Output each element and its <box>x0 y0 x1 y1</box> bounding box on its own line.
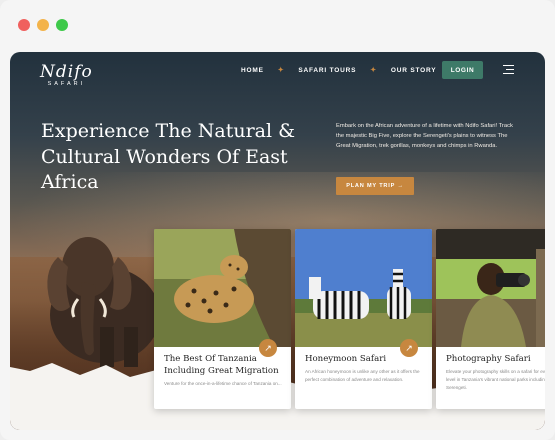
elephant-image <box>47 237 160 367</box>
hamburger-icon[interactable] <box>503 65 514 75</box>
card-title: Photography Safari <box>446 354 531 364</box>
login-button[interactable]: LOGIN <box>442 61 483 79</box>
card-body: The Best Of Tanzania Including Great Mig… <box>164 353 286 388</box>
hero-description: Embark on the African adventure of a lif… <box>336 123 513 150</box>
card-text: Elevate your photography skills on a saf… <box>446 369 545 390</box>
window-controls <box>18 19 68 31</box>
browser-window: Ndifo SAFARI HOME ✦ SAFARI TOURS ✦ OUR S… <box>0 0 555 440</box>
tour-card[interactable]: ↗ The Best Of Tanzania Including Great M… <box>154 229 291 409</box>
card-title: The Best Of Tanzania Including Great Mig… <box>164 354 279 377</box>
card-text: Venture for the once-in-a-lifetime chanc… <box>164 381 282 387</box>
hero-title: Experience The Natural & Cultural Wonder… <box>41 120 296 194</box>
site-logo[interactable]: Ndifo SAFARI <box>40 62 93 87</box>
nav-separator-dot: ✦ <box>277 67 285 74</box>
nav-safari-tours[interactable]: SAFARI TOURS <box>298 67 356 74</box>
logo-subtitle: SAFARI <box>47 81 86 87</box>
tour-card[interactable]: Photography Safari Elevate your photogra… <box>436 229 545 409</box>
website-viewport: Ndifo SAFARI HOME ✦ SAFARI TOURS ✦ OUR S… <box>10 52 545 430</box>
nav-separator-dot: ✦ <box>370 67 377 74</box>
card-image-leopard <box>154 229 291 347</box>
logo-wordmark: Ndifo <box>40 62 93 82</box>
main-nav: HOME ✦ SAFARI TOURS ✦ OUR STORY <box>241 66 436 75</box>
card-text: An African honeymoon is unlike any other… <box>305 369 420 382</box>
card-body: Photography Safari Elevate your photogra… <box>446 353 545 391</box>
maximize-window-button[interactable] <box>56 19 68 31</box>
card-title: Honeymoon Safari <box>305 354 387 364</box>
plan-my-trip-label: PLAN MY TRIP <box>346 183 396 189</box>
close-window-button[interactable] <box>18 19 30 31</box>
card-image-photographer <box>436 229 545 347</box>
card-image-zebras <box>295 229 432 347</box>
minimize-window-button[interactable] <box>37 19 49 31</box>
card-body: Honeymoon Safari An African honeymoon is… <box>305 353 427 384</box>
plan-my-trip-button[interactable]: PLAN MY TRIP → <box>336 177 414 195</box>
tour-card[interactable]: ↗ Honeymoon Safari An African honeymoon … <box>295 229 432 409</box>
nav-home[interactable]: HOME <box>241 67 264 74</box>
nav-our-story[interactable]: OUR STORY <box>391 67 436 74</box>
